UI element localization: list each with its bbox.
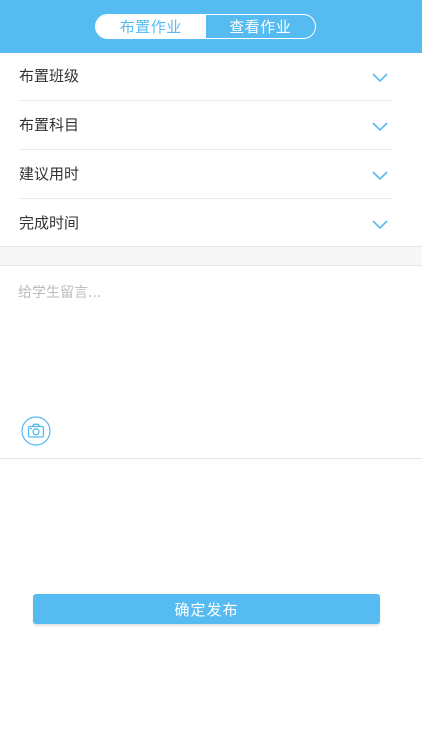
camera-icon[interactable] (21, 416, 51, 446)
chevron-down-icon (372, 73, 388, 83)
top-bar: 布置作业 查看作业 (0, 0, 422, 53)
suggested-time-row[interactable]: 建议用时 (0, 150, 422, 199)
select-class-row[interactable]: 布置班级 (0, 52, 422, 101)
due-time-row[interactable]: 完成时间 (0, 199, 422, 248)
due-time-label: 完成时间 (19, 214, 80, 232)
section-gap (0, 246, 422, 266)
select-subject-label: 布置科目 (19, 116, 80, 134)
message-input[interactable] (12, 276, 414, 408)
tab-assign-homework[interactable]: 布置作业 (96, 15, 206, 38)
confirm-publish-button[interactable]: 确定发布 (33, 594, 380, 624)
tab-switcher: 布置作业 查看作业 (95, 14, 316, 39)
select-subject-row[interactable]: 布置科目 (0, 101, 422, 150)
suggested-time-label: 建议用时 (19, 165, 80, 183)
chevron-down-icon (372, 171, 388, 181)
chevron-down-icon (372, 122, 388, 132)
tab-view-homework[interactable]: 查看作业 (206, 15, 316, 38)
select-class-label: 布置班级 (19, 67, 80, 85)
message-section (0, 266, 422, 459)
chevron-down-icon (372, 220, 388, 230)
